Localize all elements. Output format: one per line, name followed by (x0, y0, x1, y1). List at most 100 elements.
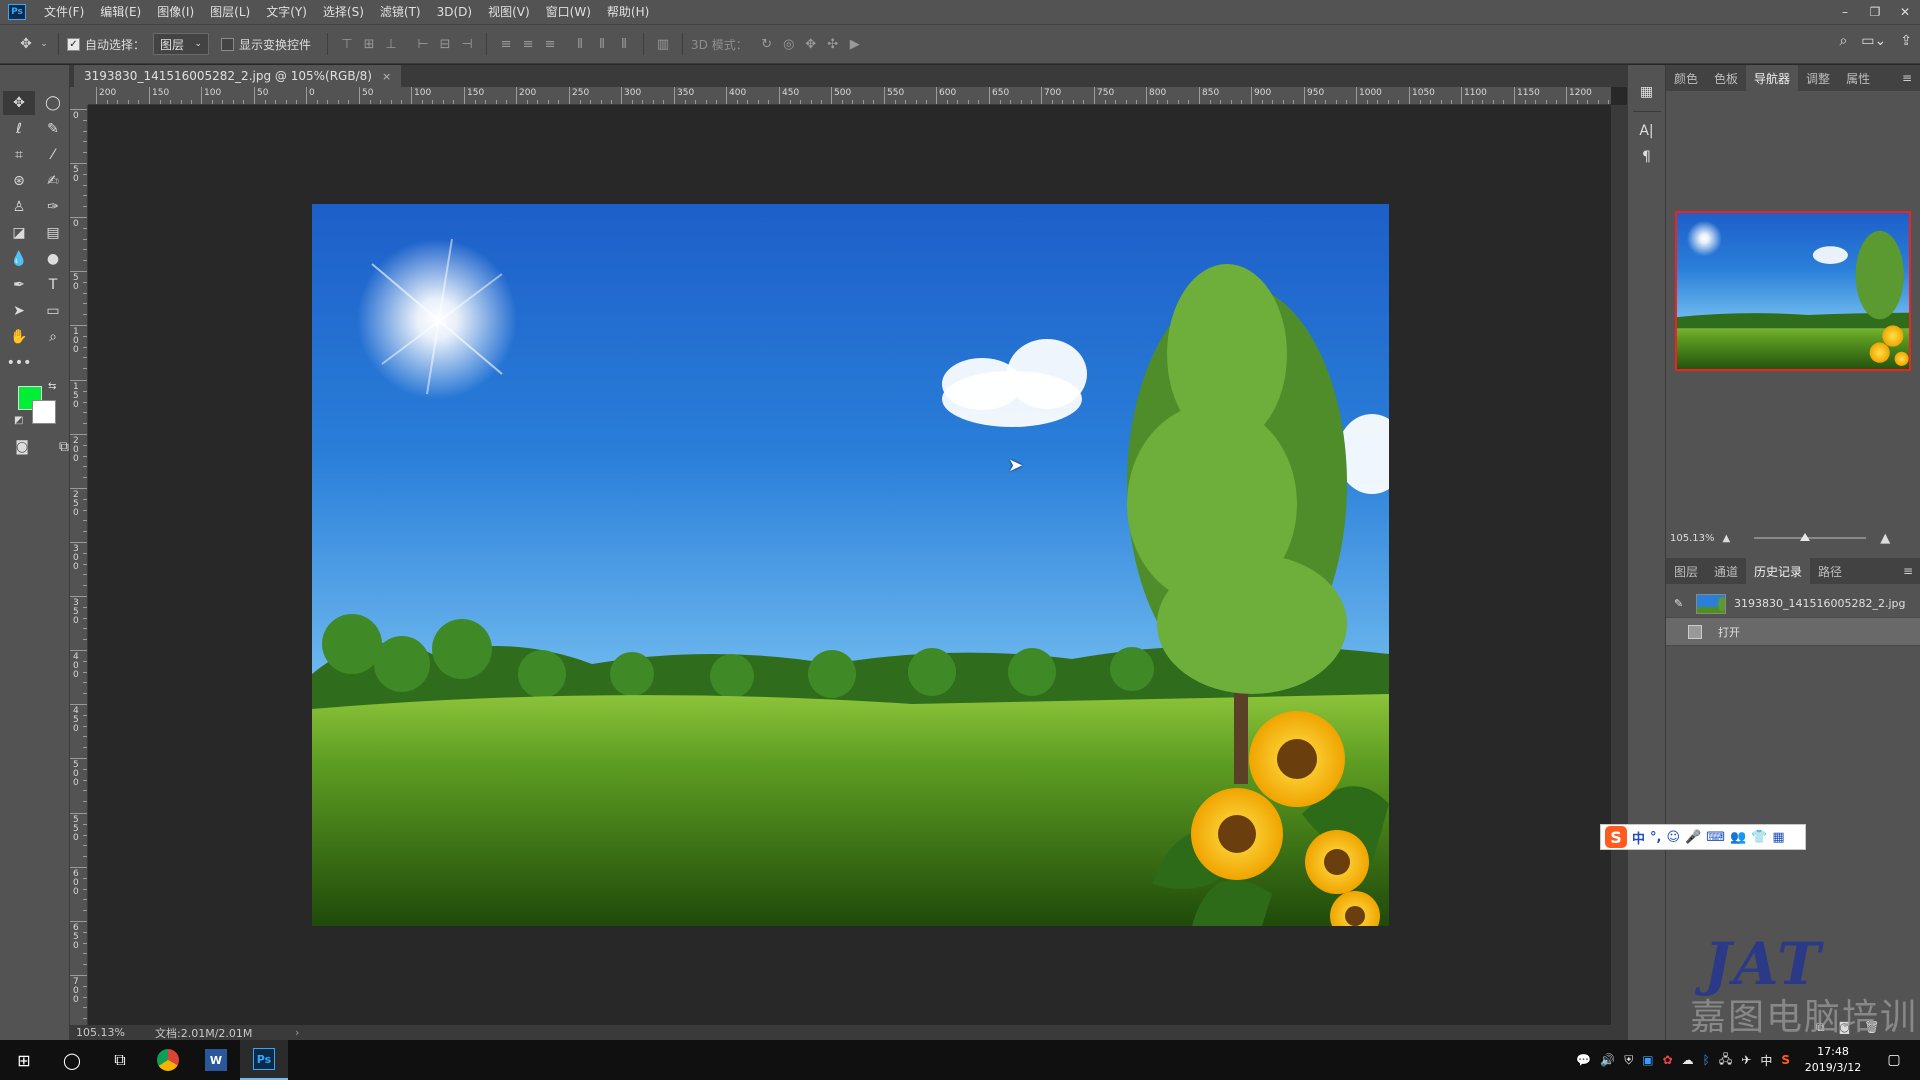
tray-app-icon[interactable]: ⛨ (1624, 1053, 1633, 1068)
zoom-in-icon[interactable]: ▲ (1880, 531, 1890, 546)
zoom-out-icon[interactable]: ▲ (1723, 533, 1731, 544)
paragraph-panel-icon[interactable]: ¶ (1633, 144, 1661, 170)
onedrive-icon[interactable]: ☁ (1682, 1053, 1694, 1067)
more-tools-icon[interactable]: ••• (3, 351, 35, 375)
menu-image[interactable]: 图像(I) (149, 0, 202, 24)
sogou-tray-icon[interactable]: S (1781, 1053, 1790, 1067)
auto-select-dropdown[interactable]: 图层 ⌄ (153, 33, 210, 55)
menu-view[interactable]: 视图(V) (480, 0, 538, 24)
align-vcenter-icon[interactable]: ⊞ (358, 33, 380, 55)
history-brush-source-icon[interactable]: ✎ (1674, 597, 1688, 610)
document-image[interactable] (312, 204, 1389, 926)
move-tool-preset-icon[interactable]: ✥ (14, 32, 38, 56)
ime-chinese-mode[interactable]: 中 (1632, 828, 1645, 847)
menu-file[interactable]: 文件(F) (36, 0, 92, 24)
navigator-preview[interactable] (1675, 211, 1911, 371)
default-colors-icon[interactable]: ◩ (14, 415, 23, 426)
canvas-area[interactable]: ➤ (88, 105, 1611, 1025)
restore-icon[interactable]: ❐ (1860, 0, 1890, 24)
status-zoom[interactable]: 105.13% (70, 1026, 155, 1039)
3d-slide-icon[interactable]: ✣ (822, 33, 844, 55)
clone-stamp-icon[interactable]: ♙ (3, 195, 35, 219)
navigator-zoom-slider[interactable] (1754, 533, 1867, 541)
ime-language-indicator[interactable]: 中 (1760, 1052, 1772, 1069)
document-tab[interactable]: 3193830_141516005282_2.jpg @ 105%(RGB/8)… (74, 65, 402, 87)
distribute-right-icon[interactable]: ⦀ (613, 33, 635, 55)
menu-edit[interactable]: 编辑(E) (92, 0, 149, 24)
menu-window[interactable]: 窗口(W) (538, 0, 599, 24)
menu-help[interactable]: 帮助(H) (599, 0, 657, 24)
hand-tool-icon[interactable]: ✋ (3, 325, 35, 349)
eraser-tool-icon[interactable]: ◪ (3, 221, 35, 245)
task-view-icon[interactable]: ⧉ (96, 1040, 144, 1080)
3d-roll-icon[interactable]: ◎ (778, 33, 800, 55)
rectangle-tool-icon[interactable]: ▭ (37, 299, 69, 323)
eyedropper-icon[interactable]: ⁄ (37, 143, 69, 167)
tab-history[interactable]: 历史记录 (1746, 558, 1811, 584)
tab-navigator[interactable]: 导航器 (1746, 65, 1799, 91)
align-top-icon[interactable]: ⊤ (336, 33, 358, 55)
ime-toolbox-icon[interactable]: ▦ (1772, 830, 1784, 845)
taskbar-photoshop[interactable]: Ps (240, 1040, 288, 1080)
close-icon[interactable]: ✕ (1890, 0, 1920, 24)
3d-camera-icon[interactable]: ▶ (844, 33, 866, 55)
tray-app-icon[interactable]: ✿ (1663, 1053, 1673, 1067)
history-brush-icon[interactable]: ✑ (37, 195, 69, 219)
history-snapshot-row[interactable]: ✎ 3193830_141516005282_2.jpg (1666, 590, 1920, 618)
bluetooth-icon[interactable]: ᛒ (1703, 1053, 1710, 1067)
taskbar-clock[interactable]: 17:48 2019/3/12 (1799, 1044, 1867, 1076)
3d-pan-icon[interactable]: ✥ (800, 33, 822, 55)
menu-type[interactable]: 文字(Y) (258, 0, 315, 24)
dodge-tool-icon[interactable]: ● (37, 247, 69, 271)
pen-tool-icon[interactable]: ✒ (3, 273, 35, 297)
show-transform-checkbox[interactable] (221, 37, 235, 51)
tab-color[interactable]: 颜色 (1666, 65, 1706, 91)
ime-voice-icon[interactable]: 🎤 (1685, 830, 1701, 845)
vertical-scrollbar[interactable] (1611, 105, 1627, 1025)
status-menu-arrow-icon[interactable]: › (295, 1026, 299, 1039)
volume-icon[interactable]: 🔊 (1600, 1053, 1615, 1067)
align-left-icon[interactable]: ⊢ (412, 33, 434, 55)
ime-punctuation-icon[interactable]: °, (1650, 830, 1661, 845)
network-icon[interactable]: 🖧 (1719, 1050, 1732, 1071)
tab-layers[interactable]: 图层 (1666, 558, 1706, 584)
path-selection-icon[interactable]: ➤ (3, 299, 35, 323)
distribute-vcenter-icon[interactable]: ≡ (517, 33, 539, 55)
zoom-tool-icon[interactable]: ⌕ (37, 325, 69, 349)
gradient-tool-icon[interactable]: ▤ (37, 221, 69, 245)
slider-knob[interactable] (1799, 533, 1810, 541)
move-tool-icon[interactable]: ✥ (3, 91, 35, 115)
measurement-icon[interactable]: ▦ (1633, 79, 1661, 105)
ime-keyboard-icon[interactable]: ⌨ (1706, 830, 1725, 845)
menu-3d[interactable]: 3D(D) (429, 0, 480, 24)
tab-swatches[interactable]: 色板 (1706, 65, 1746, 91)
distribute-top-icon[interactable]: ≡ (495, 33, 517, 55)
menu-select[interactable]: 选择(S) (315, 0, 372, 24)
tab-adjustments[interactable]: 调整 (1798, 65, 1838, 91)
quick-mask-icon[interactable]: ◙ (6, 435, 38, 459)
panel-menu-icon[interactable]: ≡ (1894, 65, 1920, 91)
spot-healing-icon[interactable]: ⊛ (3, 169, 35, 193)
crop-tool-icon[interactable]: ⌗ (3, 143, 35, 167)
sogou-logo-icon[interactable]: S (1605, 826, 1627, 848)
menu-filter[interactable]: 滤镜(T) (372, 0, 429, 24)
3d-orbit-icon[interactable]: ↻ (756, 33, 778, 55)
tray-app-icon[interactable]: ✈ (1741, 1053, 1751, 1067)
tab-paths[interactable]: 路径 (1810, 558, 1850, 584)
quick-selection-icon[interactable]: ✎ (37, 117, 69, 141)
ime-skin-icon[interactable]: 👕 (1751, 830, 1767, 845)
distribute-left-icon[interactable]: ⦀ (569, 33, 591, 55)
navigator-zoom-value[interactable]: 105.13% (1670, 533, 1715, 544)
chevron-down-icon[interactable]: ⌄ (38, 32, 50, 56)
search-icon[interactable]: ⌕ (1839, 33, 1847, 49)
align-hcenter-icon[interactable]: ⊟ (434, 33, 456, 55)
align-right-icon[interactable]: ⊣ (456, 33, 478, 55)
tray-app-icon[interactable]: ▣ (1642, 1053, 1653, 1067)
wechat-icon[interactable]: 💬 (1576, 1053, 1591, 1067)
elliptical-marquee-icon[interactable]: ◯ (37, 91, 69, 115)
taskbar-chrome[interactable] (144, 1040, 192, 1080)
ime-user-icon[interactable]: 👥 (1730, 830, 1746, 845)
blur-tool-icon[interactable]: 💧 (3, 247, 35, 271)
cortana-search-icon[interactable]: ◯ (48, 1040, 96, 1080)
distribute-hcenter-icon[interactable]: ⦀ (591, 33, 613, 55)
